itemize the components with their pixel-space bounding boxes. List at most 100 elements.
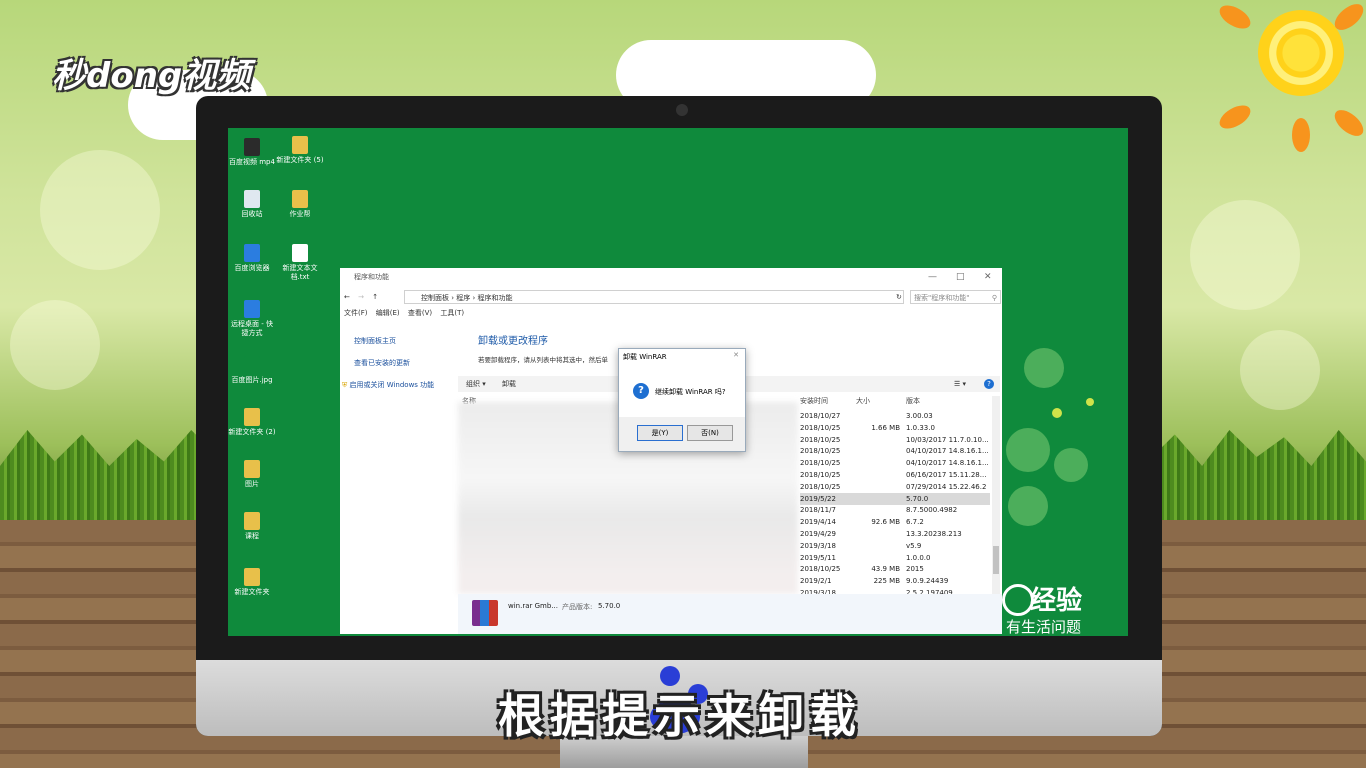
table-row[interactable]: 2018/11/7 8.7.5000.4982 [800, 504, 990, 516]
uninstall-button[interactable]: 卸载 [502, 380, 516, 388]
cell-date: 2018/10/25 [800, 459, 841, 468]
organize-button[interactable]: 组织 ▾ [466, 380, 486, 388]
cell-version: 06/16/2017 15.11.28... [906, 471, 987, 479]
cell-date: 2019/4/14 [800, 518, 836, 527]
desktop-icon[interactable]: 新建文件夹 [228, 568, 276, 597]
baidu-brand: 经验 [1030, 586, 1083, 616]
cell-version: 07/29/2014 15.22.46.2 [906, 482, 987, 491]
cell-version: 13.3.20238.213 [906, 530, 962, 538]
breadcrumb-programs-features[interactable]: 程序和功能 [478, 294, 513, 302]
desktop-icon-label: 百度视频 mp4 [229, 158, 275, 166]
bokeh-light [40, 150, 160, 270]
cell-size: 92.6 MB [871, 518, 900, 527]
cell-version: 5.70.0 [906, 494, 929, 503]
address-bar[interactable]: 控制面板 › 程序 › 程序和功能 [404, 290, 904, 304]
desktop-icon[interactable]: 远程桌面 - 快捷方式 [228, 300, 276, 338]
desktop-icon[interactable]: 百度浏览器 [228, 244, 276, 273]
table-row[interactable]: 2019/5/11 1.0.0.0 [800, 552, 990, 564]
table-row[interactable]: 2018/10/27 3.00.03 [800, 410, 990, 422]
forward-icon[interactable]: → [358, 293, 364, 301]
cell-date: 2018/10/25 [800, 435, 841, 444]
desktop-icon-label: 新建文件夹 (5) [276, 156, 324, 164]
minimize-button[interactable]: — [928, 268, 937, 286]
menu-bar: 文件(F) 编辑(E) 查看(V) 工具(T) [344, 308, 470, 318]
bokeh-light [10, 300, 100, 390]
menu-tools[interactable]: 工具(T) [440, 309, 464, 317]
list-scrollbar[interactable] [992, 396, 1000, 594]
cell-version: 9.0.9.24439 [906, 577, 949, 586]
cell-version: 10/03/2017 11.7.0.10... [906, 435, 989, 444]
desktop-icon[interactable]: 回收站 [228, 190, 276, 219]
dialog-close-button[interactable]: ✕ [733, 351, 739, 359]
table-row[interactable]: 2019/3/18 v5.9 [800, 540, 990, 552]
column-version[interactable]: 版本 [906, 396, 920, 406]
search-icon: ⚲ [991, 294, 997, 302]
table-row[interactable]: 2018/10/25 04/10/2017 14.8.16.1... [800, 457, 990, 469]
desktop-icon[interactable]: 新建文件夹 (5) [276, 136, 324, 165]
cell-size: 43.9 MB [871, 565, 900, 574]
desktop-icon[interactable]: 百度视频 mp4 [228, 138, 276, 167]
refresh-icon[interactable]: ↻ [896, 290, 902, 304]
link-view-updates[interactable]: 查看已安装的更新 [354, 352, 434, 374]
page-title: 卸载或更改程序 [478, 336, 548, 347]
table-row[interactable]: 2018/10/25 43.9 MB 2015 [800, 563, 990, 575]
breadcrumb-programs[interactable]: 程序 [456, 294, 470, 302]
uninstall-dialog: 卸载 WinRAR ✕ ? 继续卸载 WinRAR 吗? 是(Y) 否(N) [618, 348, 746, 452]
desktop-icon-label: 新建文本文档.txt [282, 264, 318, 281]
help-icon[interactable]: ? [984, 379, 994, 389]
dialog-title: 卸载 WinRAR [623, 353, 667, 361]
table-row[interactable]: 2019/4/29 13.3.20238.213 [800, 528, 990, 540]
back-icon[interactable]: ← [344, 293, 350, 301]
shield-icon: ⛨ [342, 381, 348, 389]
column-size[interactable]: 大小 [856, 396, 870, 406]
search-input[interactable]: 搜索"程序和功能" ⚲ [910, 290, 1001, 304]
menu-view[interactable]: 查看(V) [408, 309, 432, 317]
table-row[interactable]: 2018/10/25 1.66 MB 1.0.33.0 [800, 422, 990, 434]
table-row[interactable]: 2019/2/1 225 MB 9.0.9.24439 [800, 575, 990, 587]
cell-version: 1.0.0.0 [906, 553, 931, 562]
file-icon [244, 512, 260, 530]
cell-date: 2019/2/1 [800, 577, 832, 586]
details-pane: win.rar Gmb... 产品版本: 5.70.0 [458, 594, 1002, 634]
cell-version: 04/10/2017 14.8.16.1... [906, 459, 989, 468]
table-row[interactable]: 2018/10/25 06/16/2017 15.11.28... [800, 469, 990, 481]
desktop-icon[interactable]: 百度图片.jpg [228, 356, 276, 385]
file-icon [292, 136, 308, 154]
menu-edit[interactable]: 编辑(E) [376, 309, 400, 317]
table-row[interactable]: 2019/5/22 5.70.0 [800, 492, 990, 505]
table-row[interactable]: 2018/10/25 07/29/2014 15.22.46.2 [800, 481, 990, 493]
scrollbar-thumb[interactable] [993, 546, 999, 574]
cell-version: 8.7.5000.4982 [906, 506, 958, 515]
no-button[interactable]: 否(N) [687, 425, 733, 441]
yes-button[interactable]: 是(Y) [637, 425, 683, 441]
file-icon [292, 244, 308, 262]
desktop-icon[interactable]: 课程 [228, 512, 276, 541]
desktop-icon[interactable]: 新建文本文档.txt [276, 244, 324, 282]
file-icon [244, 300, 260, 318]
view-options-icon[interactable]: ☰ ▾ [954, 376, 966, 392]
file-icon [244, 244, 260, 262]
link-control-panel-home[interactable]: 控制面板主页 [354, 330, 434, 352]
details-version: 5.70.0 [598, 602, 621, 610]
file-icon [244, 190, 260, 208]
desktop-icon[interactable]: 新建文件夹 (2) [228, 408, 276, 437]
desktop-icon[interactable]: 作业帮 [276, 190, 324, 219]
desktop-icon[interactable]: 图片 [228, 460, 276, 489]
page-subtitle: 若要卸载程序，请从列表中将其选中，然后单 [478, 356, 608, 364]
table-row[interactable]: 2019/4/14 92.6 MB 6.7.2 [800, 516, 990, 528]
close-button[interactable]: ✕ [984, 268, 992, 286]
menu-file[interactable]: 文件(F) [344, 309, 368, 317]
maximize-button[interactable]: □ [956, 268, 965, 286]
desktop-icon-label: 图片 [245, 480, 259, 488]
table-row[interactable]: 2018/10/25 04/10/2017 14.8.16.1... [800, 445, 990, 457]
link-windows-features[interactable]: ⛨ 启用或关闭 Windows 功能 [342, 374, 434, 396]
up-icon[interactable]: ↑ [372, 293, 378, 301]
desktop-icon-label: 新建文件夹 [234, 588, 270, 596]
desktop-icon-label: 课程 [245, 532, 259, 540]
table-row[interactable]: 2018/10/25 10/03/2017 11.7.0.10... [800, 434, 990, 446]
sun-ray-icon [1292, 118, 1310, 152]
column-installed[interactable]: 安装时间 [800, 396, 828, 406]
cell-date: 2019/5/11 [800, 553, 836, 562]
breadcrumb-control-panel[interactable]: 控制面板 [421, 294, 449, 302]
cell-date: 2019/5/22 [800, 494, 836, 503]
